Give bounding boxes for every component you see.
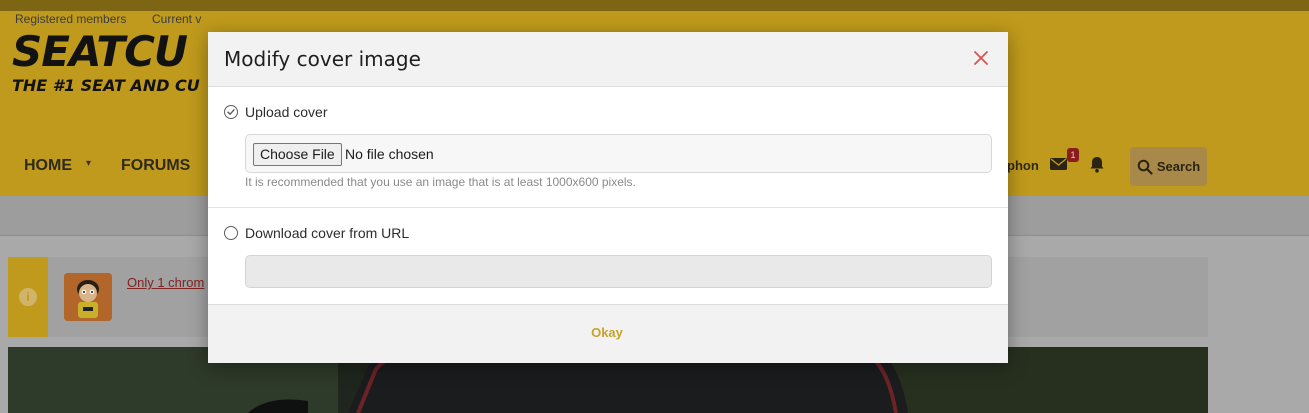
modify-cover-dialog: Modify cover image Upload cover Choose F… [208, 32, 1008, 363]
section-divider [208, 207, 1008, 208]
upload-cover-radio[interactable] [224, 105, 238, 119]
upload-hint: It is recommended that you use an image … [245, 175, 636, 189]
file-upload-field[interactable]: Choose File No file chosen [245, 134, 992, 173]
upload-cover-option[interactable]: Upload cover [224, 104, 328, 120]
url-cover-option[interactable]: Download cover from URL [224, 225, 409, 241]
info-icon: i [19, 288, 37, 306]
url-cover-label: Download cover from URL [245, 225, 410, 241]
close-icon[interactable] [973, 50, 989, 66]
nav-home[interactable]: HOME [24, 157, 72, 175]
site-tagline: THE #1 SEAT AND CU [12, 76, 200, 95]
inbox-badge: 1 [1067, 148, 1079, 162]
site-logo[interactable]: SEATCU [12, 30, 188, 74]
upload-cover-label: Upload cover [245, 104, 328, 120]
check-icon [227, 109, 235, 115]
avatar[interactable] [64, 273, 112, 321]
nav-forums[interactable]: FORUMS [121, 157, 190, 175]
search-label: Search [1156, 159, 1201, 174]
url-cover-radio[interactable] [224, 226, 238, 240]
notice-link[interactable]: Only 1 chrom [127, 275, 204, 290]
mail-icon[interactable] [1050, 158, 1067, 170]
cover-url-input[interactable] [245, 255, 992, 288]
user-menu-link[interactable]: phon [1007, 158, 1039, 173]
dialog-title: Modify cover image [224, 47, 421, 71]
dialog-footer: Okay [208, 304, 1008, 363]
subnav-current-visitors[interactable]: Current v [152, 12, 201, 26]
dialog-header: Modify cover image [208, 32, 1008, 87]
subnav-registered-members[interactable]: Registered members [15, 12, 126, 26]
bell-icon[interactable] [1089, 156, 1105, 173]
choose-file-button[interactable]: Choose File [253, 143, 342, 166]
search-icon [1137, 159, 1153, 175]
avatar-image [64, 273, 112, 321]
top-strip [0, 0, 1309, 11]
notice-accent: i [8, 257, 48, 337]
okay-button[interactable]: Okay [567, 325, 647, 345]
file-status-text: No file chosen [345, 146, 434, 162]
search-button[interactable]: Search [1130, 147, 1207, 186]
chevron-down-icon[interactable]: ▾ [86, 158, 91, 169]
